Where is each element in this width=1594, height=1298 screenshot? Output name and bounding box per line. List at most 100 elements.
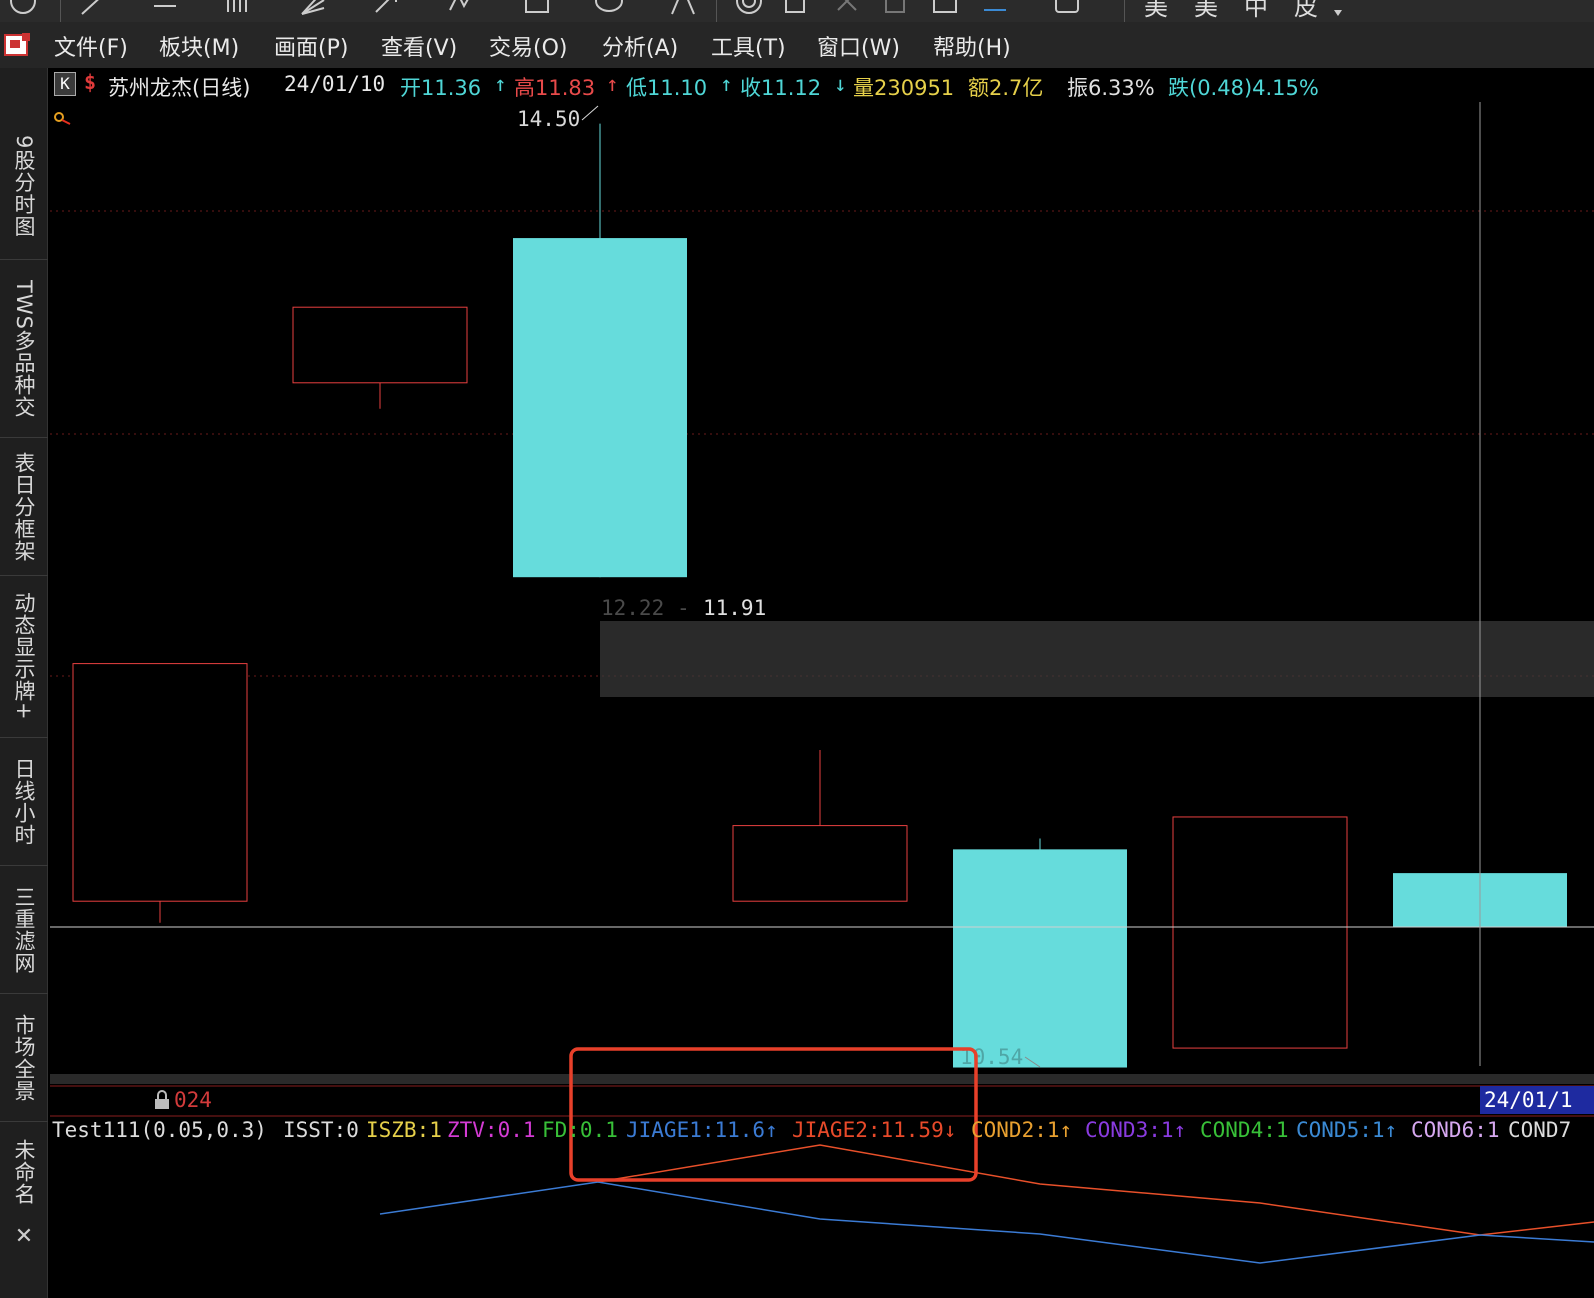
candle-up[interactable] bbox=[1172, 816, 1348, 1049]
circle-icon[interactable] bbox=[8, 0, 38, 18]
candle-down[interactable] bbox=[953, 849, 1127, 1068]
fan-tool-icon[interactable] bbox=[298, 0, 328, 18]
side-tab-daily-hour[interactable]: 日线小时 bbox=[0, 738, 48, 866]
fd-value: FD:0.1 bbox=[542, 1118, 618, 1142]
trash-icon[interactable] bbox=[880, 0, 910, 18]
side-tab-market[interactable]: 市场全景 bbox=[0, 994, 48, 1122]
side-tab-triple-screen[interactable]: 三重滤网 bbox=[0, 866, 48, 994]
prev-close-label: 12.22 bbox=[601, 596, 664, 620]
text-tool-icon[interactable] bbox=[668, 0, 698, 18]
chevron-down-icon[interactable] bbox=[1328, 0, 1348, 22]
side-tab-label: 日线小时 bbox=[12, 757, 36, 846]
toolbar-divider bbox=[716, 0, 717, 22]
toolbar-text-3[interactable]: 中 bbox=[1244, 0, 1268, 22]
app-logo-icon[interactable] bbox=[4, 32, 32, 58]
toolbar-text-4[interactable]: 皮 bbox=[1294, 0, 1318, 22]
key-icon[interactable] bbox=[54, 112, 71, 125]
side-tab-label: 9股分时图 bbox=[12, 135, 36, 238]
up-arrow-icon: ↑ bbox=[494, 72, 507, 96]
delete-icon[interactable] bbox=[832, 0, 862, 18]
menu-sector[interactable]: 板块(M) bbox=[159, 30, 239, 62]
menu-help[interactable]: 帮助(H) bbox=[933, 30, 1011, 62]
side-tab-label: 动态显示牌+ bbox=[12, 592, 36, 721]
side-tab-intraday[interactable]: 9股分时图 bbox=[0, 114, 48, 260]
close-price: 收11.12 bbox=[740, 76, 822, 100]
close-icon[interactable]: ✕ bbox=[0, 1224, 48, 1252]
cond3-value: COND3:1↑ bbox=[1085, 1118, 1187, 1142]
cursor-date-box: 24/01/1 bbox=[1480, 1086, 1594, 1114]
menu-bar: 文件(F) 板块(M) 画面(P) 查看(V) 交易(O) 分析(A) 工具(T… bbox=[0, 22, 1594, 68]
cond7-value: COND7 bbox=[1508, 1118, 1572, 1142]
date-axis-year: 024 bbox=[174, 1088, 212, 1112]
stock-name: 苏州龙杰(日线) bbox=[108, 76, 251, 100]
toolbar-divider bbox=[60, 0, 61, 22]
pane-separator[interactable] bbox=[50, 1074, 1594, 1084]
menu-view[interactable]: 查看(V) bbox=[381, 30, 457, 62]
indicator-name[interactable]: Test111(0.05,0.3) bbox=[52, 1118, 267, 1142]
cond6-value: COND6:1 bbox=[1411, 1118, 1500, 1142]
quote-date: 24/01/10 bbox=[284, 72, 386, 96]
isst-value: ISST:0 bbox=[283, 1118, 359, 1142]
toolbar-text-2[interactable]: 美 bbox=[1194, 0, 1218, 22]
range-separator: - bbox=[677, 596, 690, 620]
annotation-highlight-box bbox=[569, 1047, 978, 1182]
lock-icon[interactable] bbox=[153, 1090, 171, 1110]
down-arrow-icon: ↓ bbox=[834, 72, 847, 96]
menu-file[interactable]: 文件(F) bbox=[54, 30, 128, 62]
indicator-info-line: Test111(0.05,0.3) ISST:0 ISZB:1 ZTV:0.1 … bbox=[50, 1116, 1594, 1146]
level-tool-icon[interactable] bbox=[150, 0, 180, 18]
cond2-value: COND2:1↑ bbox=[971, 1118, 1073, 1142]
frame-icon[interactable] bbox=[930, 0, 960, 18]
side-tab-frame[interactable]: 表日分框架 bbox=[0, 438, 48, 576]
amount: 额2.7亿 bbox=[968, 76, 1044, 100]
change: 跌(0.48)4.15% bbox=[1168, 76, 1319, 100]
cond5-value: COND5:1↑ bbox=[1296, 1118, 1398, 1142]
menu-tools[interactable]: 工具(T) bbox=[711, 30, 786, 62]
iszb-value: ISZB:1 bbox=[366, 1118, 442, 1142]
zigzag-tool-icon[interactable] bbox=[446, 0, 476, 18]
menu-screen[interactable]: 画面(P) bbox=[274, 30, 348, 62]
menu-trade[interactable]: 交易(O) bbox=[489, 30, 567, 62]
side-tab-label: 表日分框架 bbox=[12, 451, 36, 562]
arrow-tool-icon[interactable] bbox=[372, 0, 402, 18]
high-price-label: 14.50 bbox=[517, 107, 580, 131]
candles-layer bbox=[72, 123, 1567, 1068]
dollar-icon: $ bbox=[84, 70, 97, 94]
cond4-value: COND4:1 bbox=[1200, 1118, 1289, 1142]
ztv-value: ZTV:0.1 bbox=[447, 1118, 536, 1142]
candle-up[interactable] bbox=[292, 306, 468, 384]
copy-icon[interactable] bbox=[782, 0, 812, 18]
side-tab-label: 三重滤网 bbox=[12, 885, 36, 974]
side-tab-dynamic[interactable]: 动态显示牌+ bbox=[0, 576, 48, 738]
toolbar-text-1[interactable]: 美 bbox=[1144, 0, 1168, 22]
jiage2-line bbox=[597, 1144, 1594, 1236]
ellipse-tool-icon[interactable] bbox=[594, 0, 624, 18]
high-label-pointer bbox=[581, 105, 599, 121]
side-tab-tws[interactable]: TWS多品种交 bbox=[0, 260, 48, 438]
open-price: 开11.36 bbox=[400, 76, 482, 100]
menu-window[interactable]: 窗口(W) bbox=[817, 30, 900, 62]
rect-tool-icon[interactable] bbox=[522, 0, 552, 18]
jiage1-value: JIAGE1:11.6↑ bbox=[626, 1118, 778, 1142]
target-icon[interactable] bbox=[734, 0, 764, 18]
low-price: 低11.10 bbox=[626, 76, 708, 100]
up-arrow-icon: ↑ bbox=[606, 72, 619, 96]
up-arrow-icon: ↑ bbox=[720, 72, 733, 96]
high-price: 高11.83 bbox=[514, 76, 596, 100]
underline-icon[interactable] bbox=[980, 0, 1010, 18]
menu-analysis[interactable]: 分析(A) bbox=[602, 30, 678, 62]
toolbar-divider bbox=[1124, 0, 1125, 22]
k-line-badge[interactable]: K bbox=[54, 72, 76, 96]
window-icon[interactable] bbox=[1052, 0, 1082, 18]
candle-down[interactable] bbox=[513, 238, 687, 578]
open-gap-label: 11.91 bbox=[703, 596, 766, 620]
side-tab-label: TWS多品种交 bbox=[12, 279, 36, 418]
candle-up[interactable] bbox=[732, 825, 908, 902]
sidebar: 9股分时图 TWS多品种交 表日分框架 动态显示牌+ 日线小时 三重滤网 市场全… bbox=[0, 68, 48, 1298]
bars-tool-icon[interactable] bbox=[222, 0, 252, 18]
toolbar: 美 美 中 皮 bbox=[0, 0, 1594, 22]
side-tab-unnamed[interactable]: 未命名 bbox=[0, 1122, 48, 1222]
jiage2-value: JIAGE2:11.59↓ bbox=[792, 1118, 957, 1142]
candle-up[interactable] bbox=[72, 663, 248, 902]
line-tool-icon[interactable] bbox=[78, 0, 108, 18]
